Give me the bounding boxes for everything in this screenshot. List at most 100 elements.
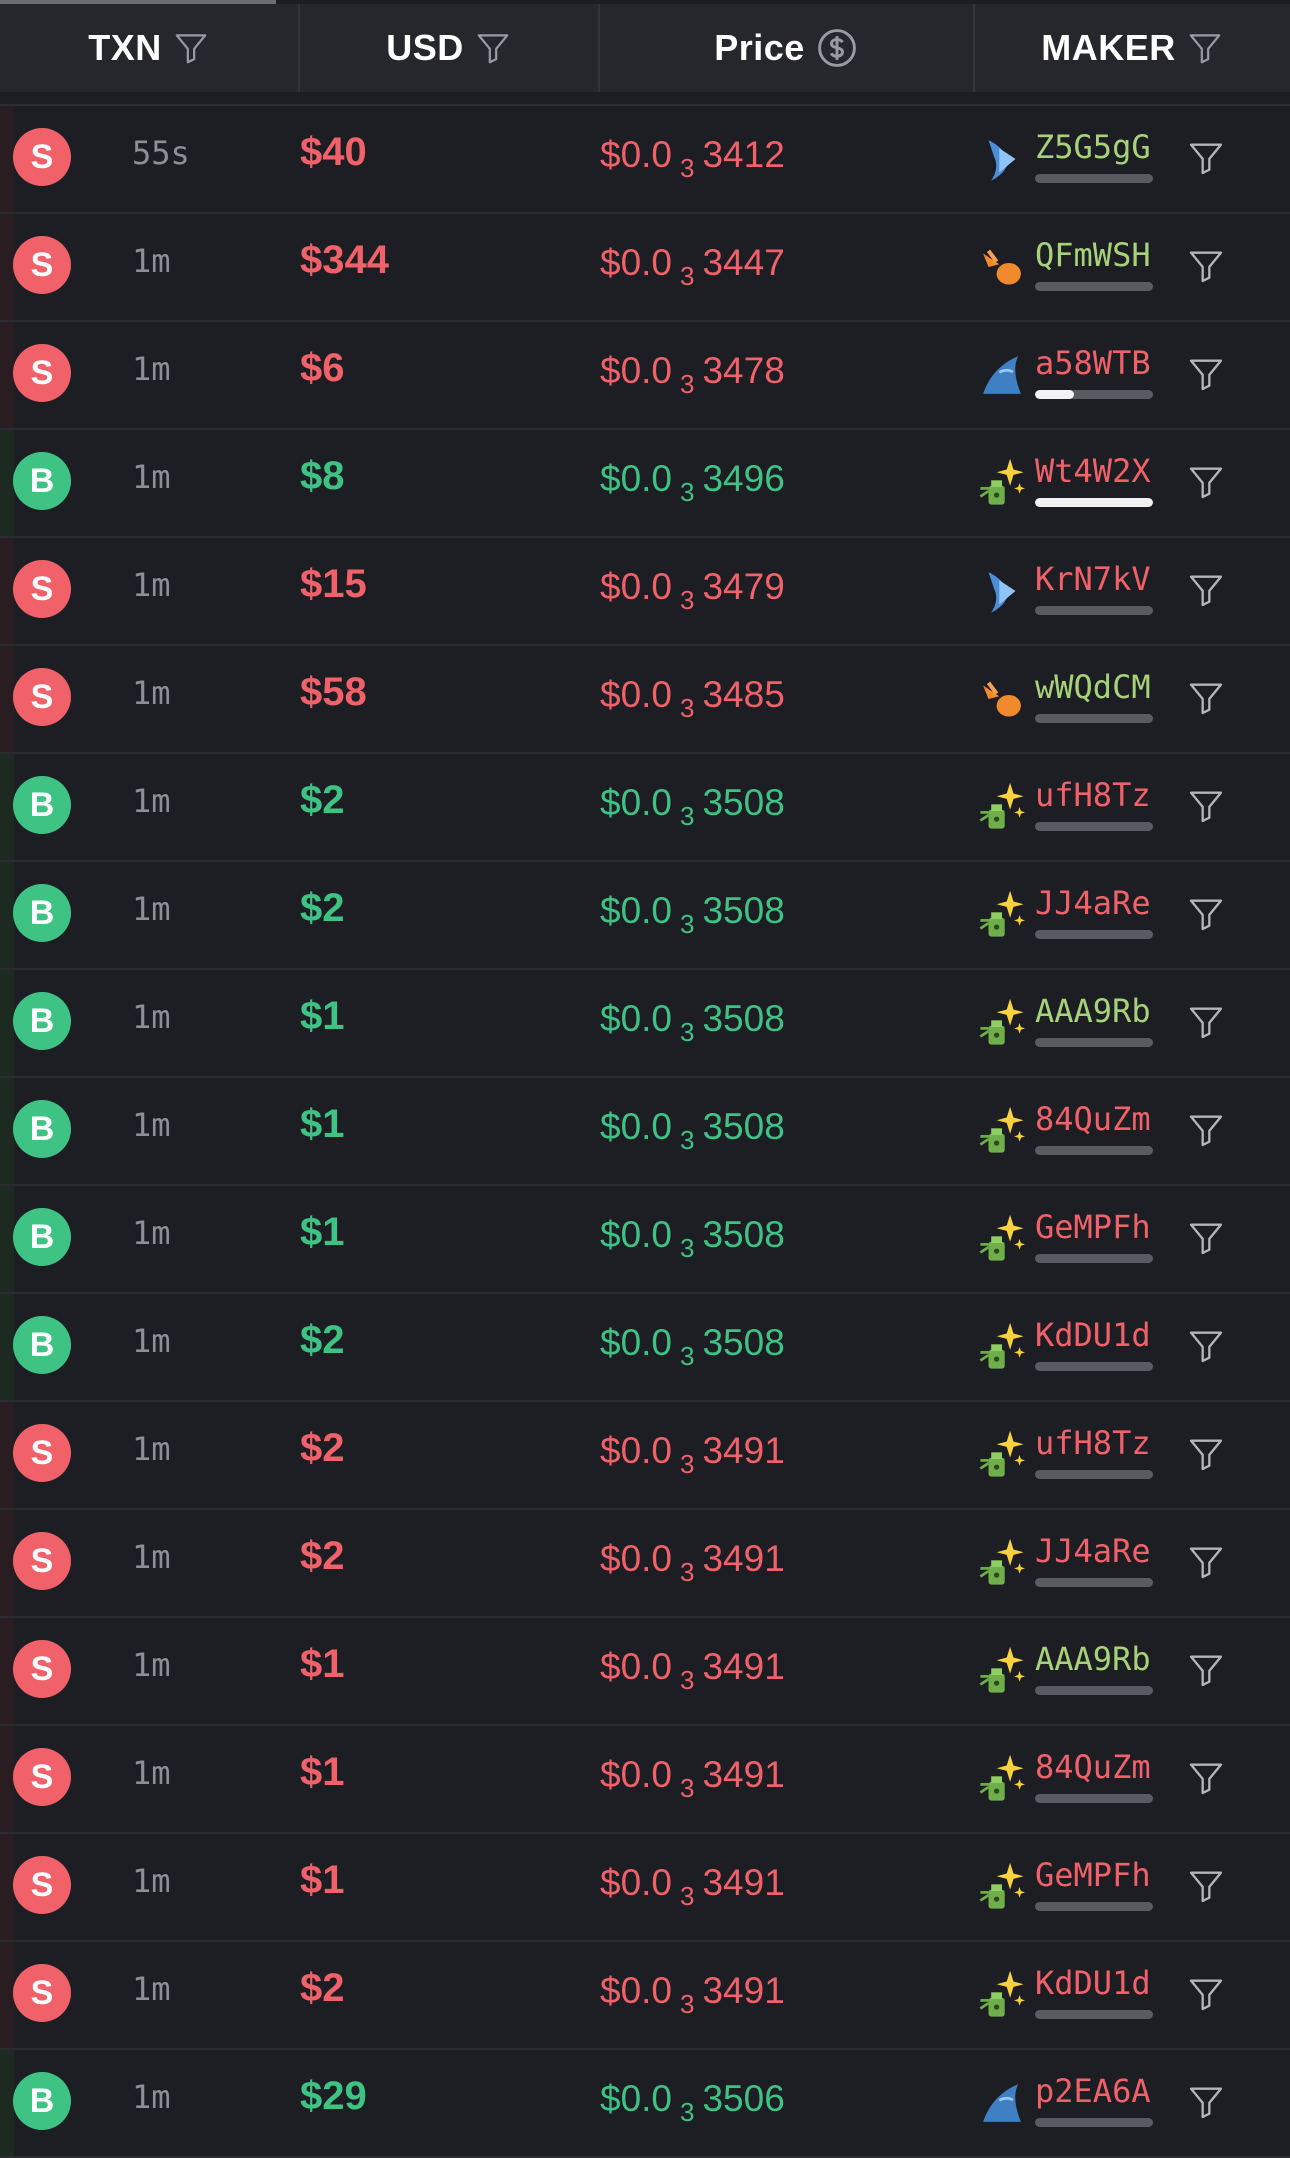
- maker-holding-bar: [1035, 1578, 1153, 1587]
- maker-address-link[interactable]: 84QuZm: [1035, 1100, 1151, 1138]
- sell-badge: S: [13, 1424, 71, 1482]
- new-wallet-icon: [975, 1212, 1029, 1266]
- price-zero-count: 3: [680, 1233, 695, 1263]
- price-zero-count: 3: [680, 477, 695, 507]
- trade-usd-value: $1: [300, 994, 345, 1038]
- trade-row[interactable]: B 1m $8 $0.0 3 3496 Wt4W2X: [0, 430, 1290, 538]
- maker-address-link[interactable]: KdDU1d: [1035, 1316, 1151, 1354]
- trade-row[interactable]: B 1m $2 $0.0 3 3508 JJ4aRe: [0, 862, 1290, 970]
- sell-badge: S: [13, 236, 71, 294]
- trade-row[interactable]: S 55s $40 $0.0 3 3412 Z5G5gG: [0, 106, 1290, 214]
- maker-address-link[interactable]: KdDU1d: [1035, 1964, 1151, 2002]
- trade-row[interactable]: B 1m $2 $0.0 3 3508 ufH8Tz: [0, 754, 1290, 862]
- filter-icon[interactable]: [1186, 570, 1226, 610]
- trade-price: $0.0 3 3491: [600, 1538, 785, 1587]
- new-wallet-icon: [975, 1968, 1029, 2022]
- filter-icon[interactable]: [1186, 1650, 1226, 1690]
- filter-icon[interactable]: [1186, 354, 1226, 394]
- maker-address-link[interactable]: JJ4aRe: [1035, 1532, 1151, 1570]
- trade-row[interactable]: S 1m $58 $0.0 3 3485 wWQdCM: [0, 646, 1290, 754]
- trade-row[interactable]: S 1m $344 $0.0 3 3447 QFmWSH: [0, 214, 1290, 322]
- price-zero-count: 3: [680, 261, 695, 291]
- filter-icon[interactable]: [1186, 678, 1226, 718]
- price-prefix: $0.0: [600, 1970, 673, 2011]
- price-digits: 3508: [702, 890, 785, 931]
- maker-address-link[interactable]: QFmWSH: [1035, 236, 1151, 274]
- filter-icon[interactable]: [172, 29, 210, 67]
- trade-usd-value: $2: [300, 1426, 345, 1470]
- filter-icon[interactable]: [1186, 786, 1226, 826]
- trade-age: 1m: [132, 1970, 171, 2008]
- filter-icon[interactable]: [1186, 246, 1226, 286]
- maker-address-link[interactable]: Z5G5gG: [1035, 128, 1151, 166]
- maker-holding-bar: [1035, 1254, 1153, 1263]
- maker-address-link[interactable]: ufH8Tz: [1035, 776, 1151, 814]
- filter-icon[interactable]: [474, 29, 512, 67]
- row-side-indicator: [0, 1510, 14, 1616]
- new-wallet-icon: [975, 1104, 1029, 1158]
- maker-address-link[interactable]: a58WTB: [1035, 344, 1151, 382]
- trade-row[interactable]: S 1m $2 $0.0 3 3491 ufH8Tz: [0, 1402, 1290, 1510]
- maker-holding-bar: [1035, 1794, 1153, 1803]
- maker-address-link[interactable]: GeMPFh: [1035, 1208, 1151, 1246]
- filter-icon[interactable]: [1186, 138, 1226, 178]
- filter-icon[interactable]: [1186, 1326, 1226, 1366]
- trade-row[interactable]: S 1m $2 $0.0 3 3491 JJ4aRe: [0, 1510, 1290, 1618]
- filter-icon[interactable]: [1186, 462, 1226, 502]
- maker-address-link[interactable]: AAA9Rb: [1035, 1640, 1151, 1678]
- row-side-indicator: [0, 430, 14, 536]
- filter-icon[interactable]: [1186, 1974, 1226, 2014]
- price-header-label: Price: [714, 27, 805, 68]
- filter-icon[interactable]: [1186, 1758, 1226, 1798]
- new-wallet-icon: [975, 1320, 1029, 1374]
- price-prefix: $0.0: [600, 566, 673, 607]
- txn-column-header[interactable]: TXN: [0, 4, 298, 92]
- maker-address-link[interactable]: p2EA6A: [1035, 2072, 1151, 2110]
- trade-row[interactable]: S 1m $15 $0.0 3 3479 KrN7kV: [0, 538, 1290, 646]
- trade-price: $0.0 3 3447: [600, 242, 785, 291]
- maker-address-link[interactable]: AAA9Rb: [1035, 992, 1151, 1030]
- filter-icon[interactable]: [1186, 1866, 1226, 1906]
- usd-column-header[interactable]: USD: [298, 4, 598, 92]
- filter-icon[interactable]: [1186, 1542, 1226, 1582]
- filter-icon[interactable]: [1186, 1218, 1226, 1258]
- price-prefix: $0.0: [600, 1862, 673, 1903]
- dollar-toggle-icon[interactable]: [815, 26, 859, 70]
- filter-icon[interactable]: [1186, 2082, 1226, 2122]
- filter-icon[interactable]: [1186, 29, 1224, 67]
- trade-row[interactable]: B 1m $2 $0.0 3 3508 KdDU1d: [0, 1294, 1290, 1402]
- row-side-indicator: [0, 538, 14, 644]
- maker-holding-bar: [1035, 606, 1153, 615]
- price-digits: 3491: [702, 1430, 785, 1471]
- trade-usd-value: $8: [300, 454, 345, 498]
- trade-price: $0.0 3 3508: [600, 1214, 785, 1263]
- trade-row[interactable]: S 1m $1 $0.0 3 3491 GeMPFh: [0, 1834, 1290, 1942]
- trade-usd-value: $58: [300, 670, 367, 714]
- filter-icon[interactable]: [1186, 1002, 1226, 1042]
- maker-address-link[interactable]: JJ4aRe: [1035, 884, 1151, 922]
- maker-address-link[interactable]: wWQdCM: [1035, 668, 1151, 706]
- trade-row[interactable]: S 1m $6 $0.0 3 3478 a58WTB: [0, 322, 1290, 430]
- price-column-header[interactable]: Price: [598, 4, 973, 92]
- sell-badge: S: [13, 128, 71, 186]
- trade-row[interactable]: B 1m $1 $0.0 3 3508 GeMPFh: [0, 1186, 1290, 1294]
- filter-icon[interactable]: [1186, 1110, 1226, 1150]
- trade-row[interactable]: S 1m $1 $0.0 3 3491 84QuZm: [0, 1726, 1290, 1834]
- trade-row[interactable]: B 1m $1 $0.0 3 3508 84QuZm: [0, 1078, 1290, 1186]
- maker-address-link[interactable]: 84QuZm: [1035, 1748, 1151, 1786]
- filter-icon[interactable]: [1186, 894, 1226, 934]
- dolphin-icon: [975, 564, 1029, 618]
- trade-usd-value: $1: [300, 1210, 345, 1254]
- trade-price: $0.0 3 3478: [600, 350, 785, 399]
- maker-holding-bar: [1035, 930, 1153, 939]
- maker-column-header[interactable]: MAKER: [973, 4, 1290, 92]
- trade-row[interactable]: B 1m $29 $0.0 3 3506 p2EA6A: [0, 2050, 1290, 2158]
- maker-address-link[interactable]: GeMPFh: [1035, 1856, 1151, 1894]
- trade-row[interactable]: S 1m $1 $0.0 3 3491 AAA9Rb: [0, 1618, 1290, 1726]
- trade-row[interactable]: B 1m $1 $0.0 3 3508 AAA9Rb: [0, 970, 1290, 1078]
- maker-address-link[interactable]: KrN7kV: [1035, 560, 1151, 598]
- filter-icon[interactable]: [1186, 1434, 1226, 1474]
- maker-address-link[interactable]: Wt4W2X: [1035, 452, 1151, 490]
- trade-row[interactable]: S 1m $2 $0.0 3 3491 KdDU1d: [0, 1942, 1290, 2050]
- maker-address-link[interactable]: ufH8Tz: [1035, 1424, 1151, 1462]
